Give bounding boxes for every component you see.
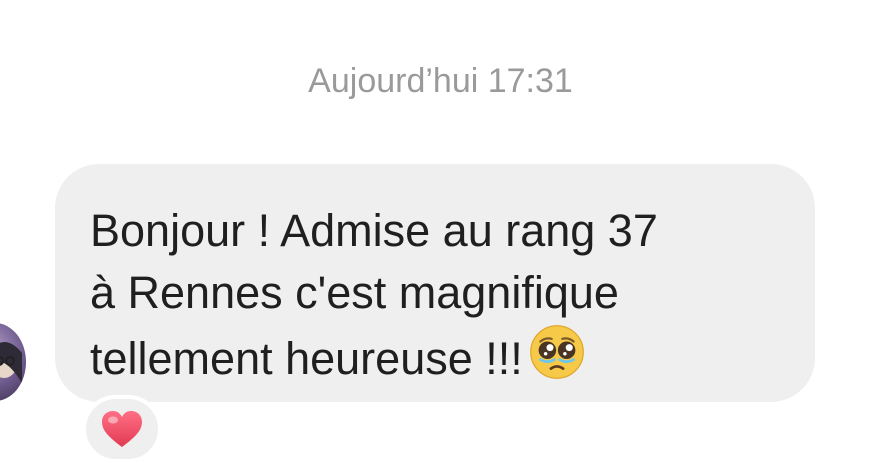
pleading-face-icon xyxy=(529,325,584,379)
avatar-photo-icon xyxy=(0,342,22,383)
received-message-bubble[interactable]: Bonjour ! Admise au rang 37 à Rennes c'e… xyxy=(55,164,815,402)
message-text: Bonjour ! Admise au rang 37 à Rennes c'e… xyxy=(90,205,658,384)
sender-avatar[interactable] xyxy=(0,323,26,401)
heart-reaction[interactable] xyxy=(82,395,162,463)
message-timestamp: Aujourd’hui 17:31 xyxy=(308,62,573,100)
heart-icon xyxy=(102,411,142,447)
